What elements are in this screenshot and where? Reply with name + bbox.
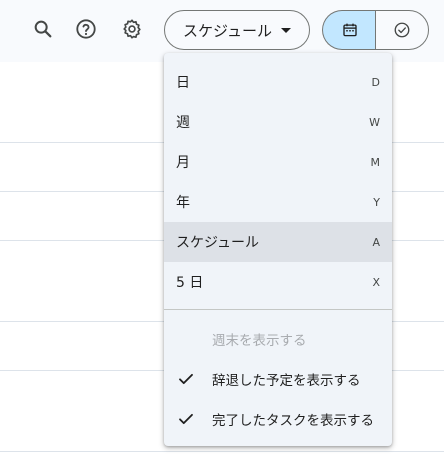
menu-divider <box>164 309 392 310</box>
menu-item-shortcut: X <box>372 275 380 289</box>
option-show-completed-tasks[interactable]: 完了したタスクを表示する <box>164 399 392 439</box>
menu-item-label: 日 <box>176 75 190 91</box>
check-icon <box>179 373 193 385</box>
search-button[interactable] <box>25 11 61 47</box>
menu-item-shortcut: D <box>371 75 380 89</box>
calendar-icon <box>342 23 357 37</box>
gear-icon <box>123 19 141 39</box>
calendar-view-toggle[interactable] <box>322 10 376 50</box>
settings-button[interactable] <box>114 11 150 47</box>
menu-item-label: 週 <box>176 115 190 131</box>
check-icon <box>179 413 193 425</box>
menu-item-shortcut: Y <box>373 195 380 209</box>
menu-item-5-days[interactable]: 5 日 X <box>164 262 392 302</box>
check-circle-icon <box>394 22 410 38</box>
menu-item-label: 月 <box>176 155 190 171</box>
search-icon <box>34 20 52 38</box>
chevron-down-icon <box>281 28 291 33</box>
tasks-view-toggle[interactable] <box>375 10 429 50</box>
grid-line <box>0 451 444 452</box>
menu-item-month[interactable]: 月 M <box>164 142 392 182</box>
menu-item-shortcut: M <box>370 155 381 169</box>
help-icon <box>76 19 96 39</box>
option-show-weekends: 週末を表示する <box>164 319 392 359</box>
menu-item-label: スケジュール <box>176 235 260 251</box>
menu-item-shortcut: A <box>372 235 380 249</box>
option-label: 辞退した予定を表示する <box>212 373 361 389</box>
menu-item-week[interactable]: 週 W <box>164 102 392 142</box>
menu-item-shortcut: W <box>369 115 380 129</box>
menu-item-label: 5 日 <box>176 275 204 291</box>
menu-item-year[interactable]: 年 Y <box>164 182 392 222</box>
help-button[interactable] <box>68 11 104 47</box>
menu-item-day[interactable]: 日 D <box>164 62 392 102</box>
option-label: 完了したタスクを表示する <box>212 413 374 429</box>
view-select-label: スケジュール <box>183 21 272 40</box>
menu-item-schedule[interactable]: スケジュール A <box>164 222 392 262</box>
view-menu: 日 D 週 W 月 M 年 Y スケジュール A 5 日 X 週末を表示する 辞… <box>164 53 392 446</box>
view-select[interactable]: スケジュール <box>164 10 310 50</box>
option-show-declined-events[interactable]: 辞退した予定を表示する <box>164 359 392 399</box>
option-label: 週末を表示する <box>212 333 307 349</box>
menu-item-label: 年 <box>176 195 190 211</box>
